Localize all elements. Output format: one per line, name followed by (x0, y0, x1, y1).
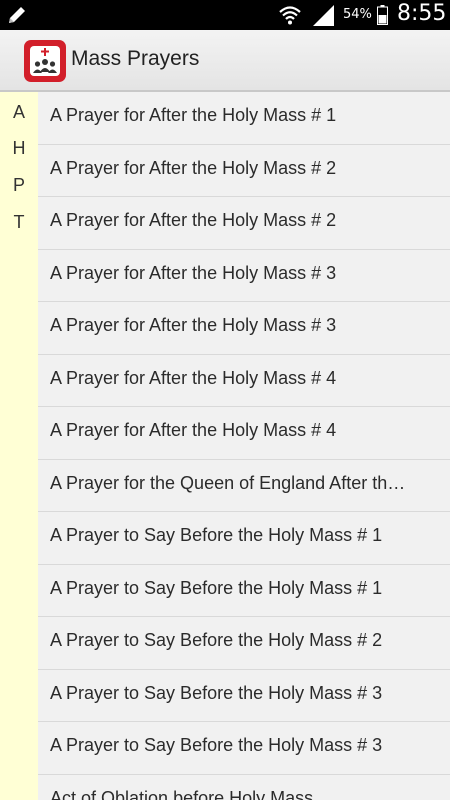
list-item-label: A Prayer for After the Holy Mass # 4 (50, 367, 337, 388)
list-item-label: A Prayer to Say Before the Holy Mass # 1 (50, 525, 383, 545)
index-letter-h[interactable]: H (0, 138, 38, 159)
list-item[interactable]: A Prayer to Say Before the Holy Mass # 1 (38, 565, 450, 617)
screen: 54% 8:55 Mass Prayers A H P T A Prayer f… (0, 0, 450, 800)
list-item-label: Act of Oblation before Holy Mass (50, 787, 314, 800)
list-item-label: A Prayer for After the Holy Mass # 2 (50, 157, 337, 178)
list-item[interactable]: A Prayer for After the Holy Mass # 4 (38, 355, 450, 407)
list-item[interactable]: A Prayer for After the Holy Mass # 2 (38, 145, 450, 197)
action-bar: Mass Prayers (0, 30, 450, 92)
list-item-label: A Prayer for After the Holy Mass # 3 (50, 315, 337, 335)
app-icon[interactable] (24, 40, 66, 82)
battery-percent: 54% (343, 7, 372, 22)
list-item[interactable]: A Prayer to Say Before the Holy Mass # 1 (38, 512, 450, 565)
index-letter-p[interactable]: P (0, 175, 38, 196)
list-item-label: A Prayer for the Queen of England After … (50, 472, 410, 493)
prayer-list[interactable]: A Prayer for After the Holy Mass # 1 A P… (38, 92, 450, 800)
wifi-icon (279, 6, 301, 25)
status-bar: 54% 8:55 (0, 0, 450, 30)
list-item[interactable]: A Prayer to Say Before the Holy Mass # 3 (38, 670, 450, 722)
clock: 8:55 (397, 1, 447, 26)
list-item[interactable]: A Prayer for After the Holy Mass # 4 (38, 407, 450, 460)
list-item-label: A Prayer to Say Before the Holy Mass # 3 (50, 735, 383, 755)
index-letter-a[interactable]: A (0, 102, 38, 123)
list-item[interactable]: A Prayer to Say Before the Holy Mass # 3 (38, 722, 450, 775)
list-item[interactable]: A Prayer for the Queen of England After … (38, 460, 450, 512)
signal-icon (313, 5, 334, 26)
list-item[interactable]: Act of Oblation before Holy Mass (38, 775, 450, 800)
list-item-label: A Prayer for After the Holy Mass # 3 (50, 262, 337, 283)
list-item[interactable]: A Prayer for After the Holy Mass # 3 (38, 250, 450, 302)
list-item-label: A Prayer to Say Before the Holy Mass # 3 (50, 682, 383, 703)
battery-icon (377, 5, 388, 25)
list-item-label: A Prayer for After the Holy Mass # 4 (50, 420, 337, 440)
list-item-label: A Prayer for After the Holy Mass # 1 (50, 105, 337, 125)
list-item-label: A Prayer to Say Before the Holy Mass # 2 (50, 630, 383, 650)
list-item[interactable]: A Prayer for After the Holy Mass # 3 (38, 302, 450, 355)
index-letter-t[interactable]: T (0, 212, 38, 233)
list-item[interactable]: A Prayer for After the Holy Mass # 2 (38, 197, 450, 250)
list-item-label: A Prayer for After the Holy Mass # 2 (50, 210, 337, 230)
list-item-label: A Prayer to Say Before the Holy Mass # 1 (50, 577, 383, 598)
index-sidebar[interactable]: A H P T (0, 92, 38, 800)
list-item[interactable]: A Prayer to Say Before the Holy Mass # 2 (38, 617, 450, 670)
pencil-icon (9, 7, 25, 23)
list-item[interactable]: A Prayer for After the Holy Mass # 1 (38, 92, 450, 145)
app-title: Mass Prayers (71, 47, 200, 70)
